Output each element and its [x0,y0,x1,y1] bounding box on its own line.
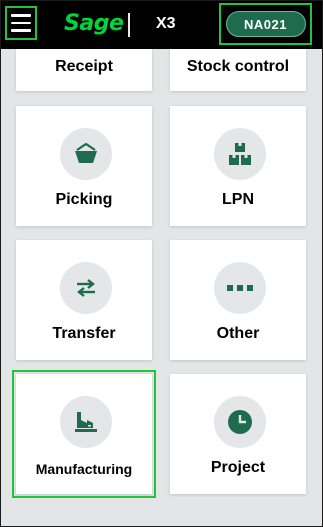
tile-label: Transfer [52,325,116,342]
tile-other[interactable]: Other [170,240,306,360]
tile-label: Picking [55,191,113,208]
header-divider [128,13,130,37]
app-header: Sage X3 NA021 [1,1,322,49]
tile-transfer[interactable]: Transfer [16,240,152,360]
tile-stock-control[interactable]: Stock control [170,49,306,91]
transfer-arrows-icon [60,262,112,314]
tile-label: LPN [222,191,254,208]
tile-lpn[interactable]: LPN [170,106,306,226]
tile-label: Manufacturing [35,461,133,477]
boxes-icon [214,128,266,180]
more-dots-icon [214,262,266,314]
hamburger-icon[interactable] [5,6,37,40]
tile-manufacturing[interactable]: Manufacturing [12,370,156,498]
factory-icon [60,396,112,448]
site-code-pill[interactable]: NA021 [225,11,306,37]
app-frame: Receipt Stock control Picking LPN Transf… [0,0,323,527]
tile-label: Stock control [186,58,290,75]
tile-receipt[interactable]: Receipt [16,49,152,91]
tile-label: Project [210,459,266,476]
sage-logo: Sage [64,11,124,36]
tile-label: Receipt [55,58,113,75]
app-name: X3 [156,15,176,32]
site-selector[interactable]: NA021 [219,3,312,45]
tile-project[interactable]: Project [170,374,306,494]
basket-icon [60,128,112,180]
clock-icon [214,396,266,448]
tile-label: Other [216,325,260,342]
tile-picking[interactable]: Picking [16,106,152,226]
menu-grid: Receipt Stock control Picking LPN Transf… [1,1,322,526]
